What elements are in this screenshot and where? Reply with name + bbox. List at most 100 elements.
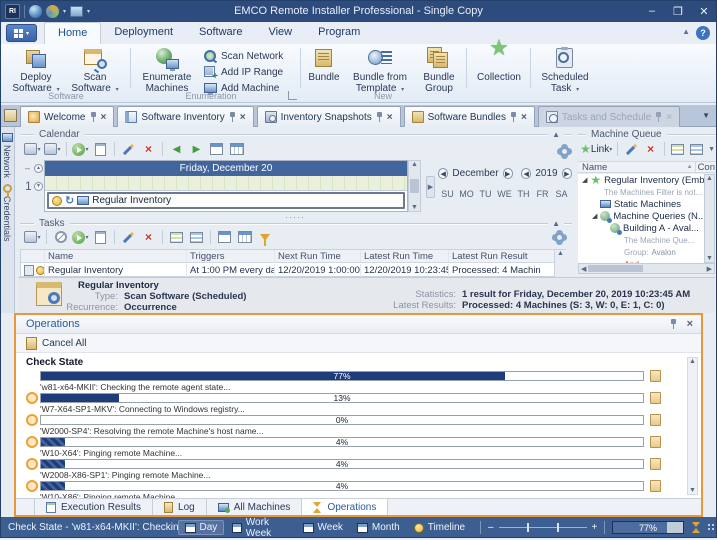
tab-execution-results[interactable]: Execution Results (34, 499, 153, 515)
tab-operations[interactable]: Operations (302, 499, 388, 515)
close-panel-icon[interactable]: × (687, 318, 693, 330)
ribbon-tab-deployment[interactable]: Deployment (101, 22, 186, 44)
delete-task-button[interactable]: × (140, 141, 157, 157)
tab-software-bundles[interactable]: Software Bundles × (404, 106, 535, 127)
go-to-date-button[interactable] (208, 141, 225, 157)
cancel-operation-button[interactable] (650, 392, 661, 404)
calendar-collapse-icon[interactable]: ▲ (548, 130, 564, 139)
layout-list-button[interactable] (188, 229, 205, 245)
qat-customize-icon[interactable]: ▾ (87, 8, 90, 15)
cancel-all-button[interactable]: Cancel All (42, 338, 86, 349)
slider-thumb[interactable] (557, 523, 559, 532)
edit-task-button[interactable] (120, 229, 137, 245)
ribbon-tab-view[interactable]: View (255, 22, 305, 44)
tasks-table-header[interactable]: Name Triggers Next Run Time Latest Run T… (21, 250, 565, 263)
network-scan-icon[interactable] (29, 5, 42, 18)
expander-icon[interactable]: ◢ (582, 176, 587, 184)
ribbon-tab-software[interactable]: Software (186, 22, 255, 44)
stop-task-button[interactable] (52, 229, 69, 245)
new-recurring-task-button[interactable]: ▾ (44, 141, 61, 157)
cancel-operation-button[interactable] (650, 436, 661, 448)
machine-queue-vscrollbar[interactable]: ▲▼ (704, 174, 715, 263)
pin-icon[interactable] (510, 112, 517, 122)
scheduled-task-button[interactable]: ScheduledTask (534, 46, 596, 96)
link-queue-button[interactable]: ★Link▾ (580, 141, 612, 157)
view-week-button[interactable]: Week (297, 521, 349, 534)
queue-more-icon[interactable]: ▼ (708, 146, 715, 153)
cancel-operation-button[interactable] (650, 458, 661, 470)
slider-thumb[interactable] (527, 523, 529, 532)
tab-all-machines[interactable]: All Machines (207, 499, 303, 515)
edit-queue-button[interactable] (623, 141, 639, 157)
ribbon-collapse-icon[interactable]: ▲ (682, 27, 690, 36)
deploy-software-button[interactable]: DeploySoftware (8, 46, 64, 96)
close-tab-icon[interactable]: × (387, 112, 393, 123)
new-tab-button[interactable] (4, 109, 17, 122)
new-task-button[interactable]: ▾ (24, 141, 41, 157)
column-latest-run-result[interactable]: Latest Run Result (449, 250, 565, 262)
queue-list-view-button[interactable] (670, 141, 686, 157)
dialog-launcher-icon[interactable] (288, 91, 297, 100)
scan-network-button[interactable]: Scan Network (204, 49, 283, 63)
collection-button[interactable]: ★ Collection (470, 46, 528, 83)
close-tab-icon[interactable]: × (240, 112, 246, 123)
cancel-operation-button[interactable] (650, 414, 661, 426)
expand-down-icon[interactable]: ▼ (34, 182, 43, 191)
previous-day-button[interactable]: ◀ (168, 141, 185, 157)
calendar-settings-gear-icon[interactable] (556, 143, 573, 159)
delete-queue-button[interactable]: × (643, 141, 659, 157)
calendar-event[interactable]: ↻ Regular Inventory (47, 192, 405, 209)
column-name[interactable]: Name (578, 162, 687, 173)
theme-icon[interactable] (46, 5, 59, 18)
next-month-icon[interactable]: ▶ (503, 168, 513, 179)
delete-task-button[interactable]: × (140, 229, 157, 245)
calendar-scrollbar[interactable]: ▲▼ (408, 160, 421, 212)
pin-icon[interactable] (90, 112, 97, 122)
view-timeline-button[interactable]: Timeline (408, 521, 471, 534)
view-month-button[interactable]: Month (351, 521, 406, 534)
layout-horizontal-button[interactable] (168, 229, 185, 245)
bundle-group-button[interactable]: BundleGroup (416, 46, 462, 94)
tree-item-machine-queries[interactable]: ◢ Machine Queries (N... (578, 210, 704, 222)
next-year-icon[interactable]: ▶ (562, 168, 572, 179)
scan-software-button[interactable]: ScanSoftware (66, 46, 124, 96)
queue-detail-view-button[interactable] (689, 141, 705, 157)
zoom-in-icon[interactable]: + (592, 522, 598, 533)
machine-queue-column-headers[interactable]: Name ▲ Con (578, 161, 715, 173)
previous-month-icon[interactable]: ◀ (438, 168, 448, 179)
maximize-button[interactable]: ❐ (665, 1, 691, 21)
tab-software-inventory[interactable]: Software Inventory × (117, 106, 253, 127)
tree-item-static-machines[interactable]: Static Machines (578, 198, 704, 210)
bundle-button[interactable]: Bundle (304, 46, 344, 83)
ribbon-tab-program[interactable]: Program (305, 22, 373, 44)
bundle-from-template-button[interactable]: Bundle fromTemplate (346, 46, 414, 96)
allday-row[interactable] (45, 176, 407, 191)
machine-queue-hscrollbar[interactable]: ◀▶ (578, 263, 715, 274)
new-task-button[interactable]: ▾ (24, 229, 41, 245)
tasks-collapse-icon[interactable]: ▲ (548, 219, 564, 228)
tasks-table-scrollbar[interactable]: ▲ (554, 250, 566, 277)
calendar-grid[interactable]: Friday, December 20 ↻ Regular Inventory (44, 160, 408, 212)
add-ip-range-button[interactable]: Add IP Range (204, 65, 283, 79)
tab-inventory-snapshots[interactable]: Inventory Snapshots × (257, 106, 401, 127)
pin-icon[interactable] (229, 112, 236, 122)
column-comment[interactable]: Con (698, 162, 715, 173)
side-tab-credentials[interactable]: Credentials (0, 184, 14, 242)
close-tab-icon[interactable]: × (521, 112, 527, 123)
cancel-operation-button[interactable] (650, 370, 661, 382)
operations-panel-header[interactable]: Operations × (16, 315, 701, 334)
cancel-operation-button[interactable] (650, 480, 661, 492)
tree-item-building-a[interactable]: Building A - Aval... (578, 222, 704, 234)
autohide-pin-icon[interactable] (670, 319, 677, 329)
datepicker-splitter-button[interactable]: ▶ (426, 176, 435, 198)
next-day-button[interactable]: ▶ (188, 141, 205, 157)
tree-item-regular-inventory[interactable]: ◢ ★ Regular Inventory (Emb... (578, 174, 704, 186)
tasks-settings-gear-icon[interactable] (551, 229, 568, 245)
tab-list-dropdown-icon[interactable]: ▼ (702, 111, 710, 120)
tab-welcome[interactable]: Welcome × (20, 106, 114, 127)
edit-task-button[interactable] (120, 141, 137, 157)
task-details-button[interactable] (92, 141, 109, 157)
side-tab-network[interactable]: Network (0, 133, 14, 178)
task-row[interactable]: Regular Inventory At 1:00 PM every day 1… (21, 263, 565, 277)
column-next-run-time[interactable]: Next Run Time (275, 250, 361, 262)
